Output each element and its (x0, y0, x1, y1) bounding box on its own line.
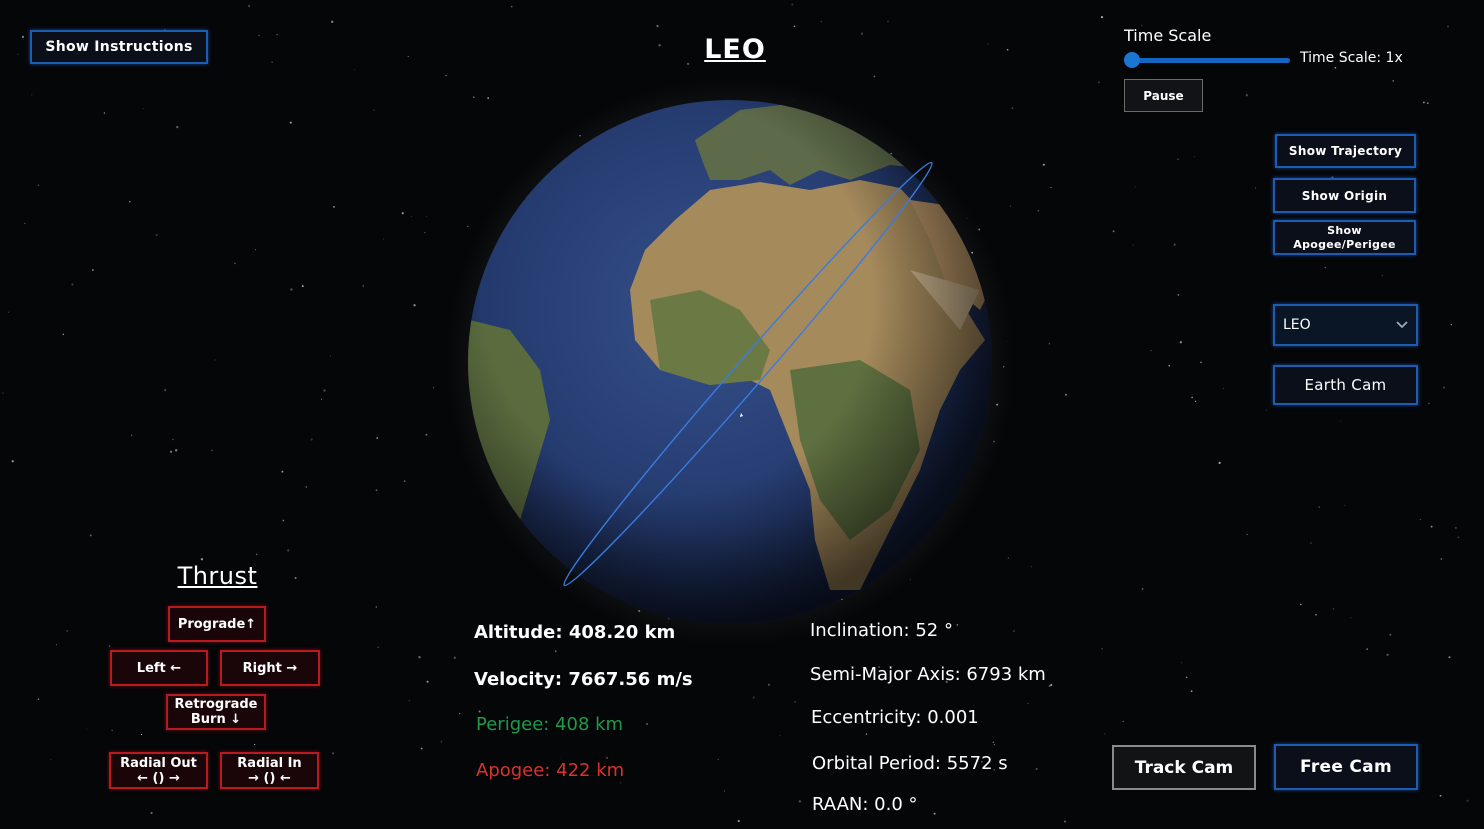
retrograde-burn-button[interactable]: Retrograde Burn ↓ (166, 694, 266, 730)
semi-major-axis-readout: Semi-Major Axis: 6793 km (810, 664, 1046, 685)
radial-out-label-line1: Radial Out (120, 755, 197, 771)
left-button[interactable]: Left ← (110, 650, 208, 686)
retrograde-label-line1: Retrograde (174, 697, 258, 712)
earth-globe (445, 77, 1015, 647)
eccentricity-readout: Eccentricity: 0.001 (811, 707, 979, 728)
thrust-heading: Thrust (177, 562, 258, 590)
page-title: LEO (704, 34, 766, 65)
free-cam-button[interactable]: Free Cam (1274, 744, 1418, 790)
apogee-readout: Apogee: 422 km (476, 760, 625, 781)
raan-readout: RAAN: 0.0 ° (812, 794, 918, 815)
retrograde-label-line2: Burn ↓ (190, 712, 242, 727)
altitude-readout: Altitude: 408.20 km (474, 622, 676, 643)
pause-button[interactable]: Pause (1124, 79, 1203, 112)
show-instructions-button[interactable]: Show Instructions (30, 30, 208, 64)
show-origin-button[interactable]: Show Origin (1273, 178, 1416, 213)
time-scale-slider[interactable] (1124, 52, 1290, 68)
orbital-period-readout: Orbital Period: 5572 s (812, 753, 1008, 774)
time-scale-readout: Time Scale: 1x (1300, 50, 1403, 66)
radial-in-button[interactable]: Radial In → () ← (220, 752, 319, 789)
right-button[interactable]: Right → (220, 650, 320, 686)
inclination-readout: Inclination: 52 ° (810, 620, 953, 641)
apogee-perigee-label-line1: Show (1327, 223, 1362, 237)
time-scale-track (1128, 58, 1290, 63)
radial-in-label-line2: → () ← (248, 770, 291, 786)
orbit-select-value: LEO (1283, 317, 1311, 333)
radial-out-label-line2: ← () → (137, 770, 180, 786)
prograde-button[interactable]: Prograde↑ (168, 606, 266, 642)
show-trajectory-button[interactable]: Show Trajectory (1275, 134, 1416, 168)
velocity-readout: Velocity: 7667.56 m/s (474, 669, 693, 690)
track-cam-button[interactable]: Track Cam (1112, 745, 1256, 790)
perigee-readout: Perigee: 408 km (476, 714, 624, 735)
earth-cam-button[interactable]: Earth Cam (1273, 365, 1418, 405)
radial-out-button[interactable]: Radial Out ← () → (109, 752, 208, 789)
apogee-perigee-label-line2: Apogee/Perigee (1293, 237, 1396, 251)
time-scale-heading: Time Scale (1124, 26, 1212, 45)
radial-in-label-line1: Radial In (237, 755, 302, 771)
chevron-down-icon (1396, 321, 1408, 329)
orbit-select[interactable]: LEO (1273, 304, 1418, 346)
show-apogee-perigee-button[interactable]: Show Apogee/Perigee (1273, 220, 1416, 255)
time-scale-thumb[interactable] (1124, 52, 1140, 68)
